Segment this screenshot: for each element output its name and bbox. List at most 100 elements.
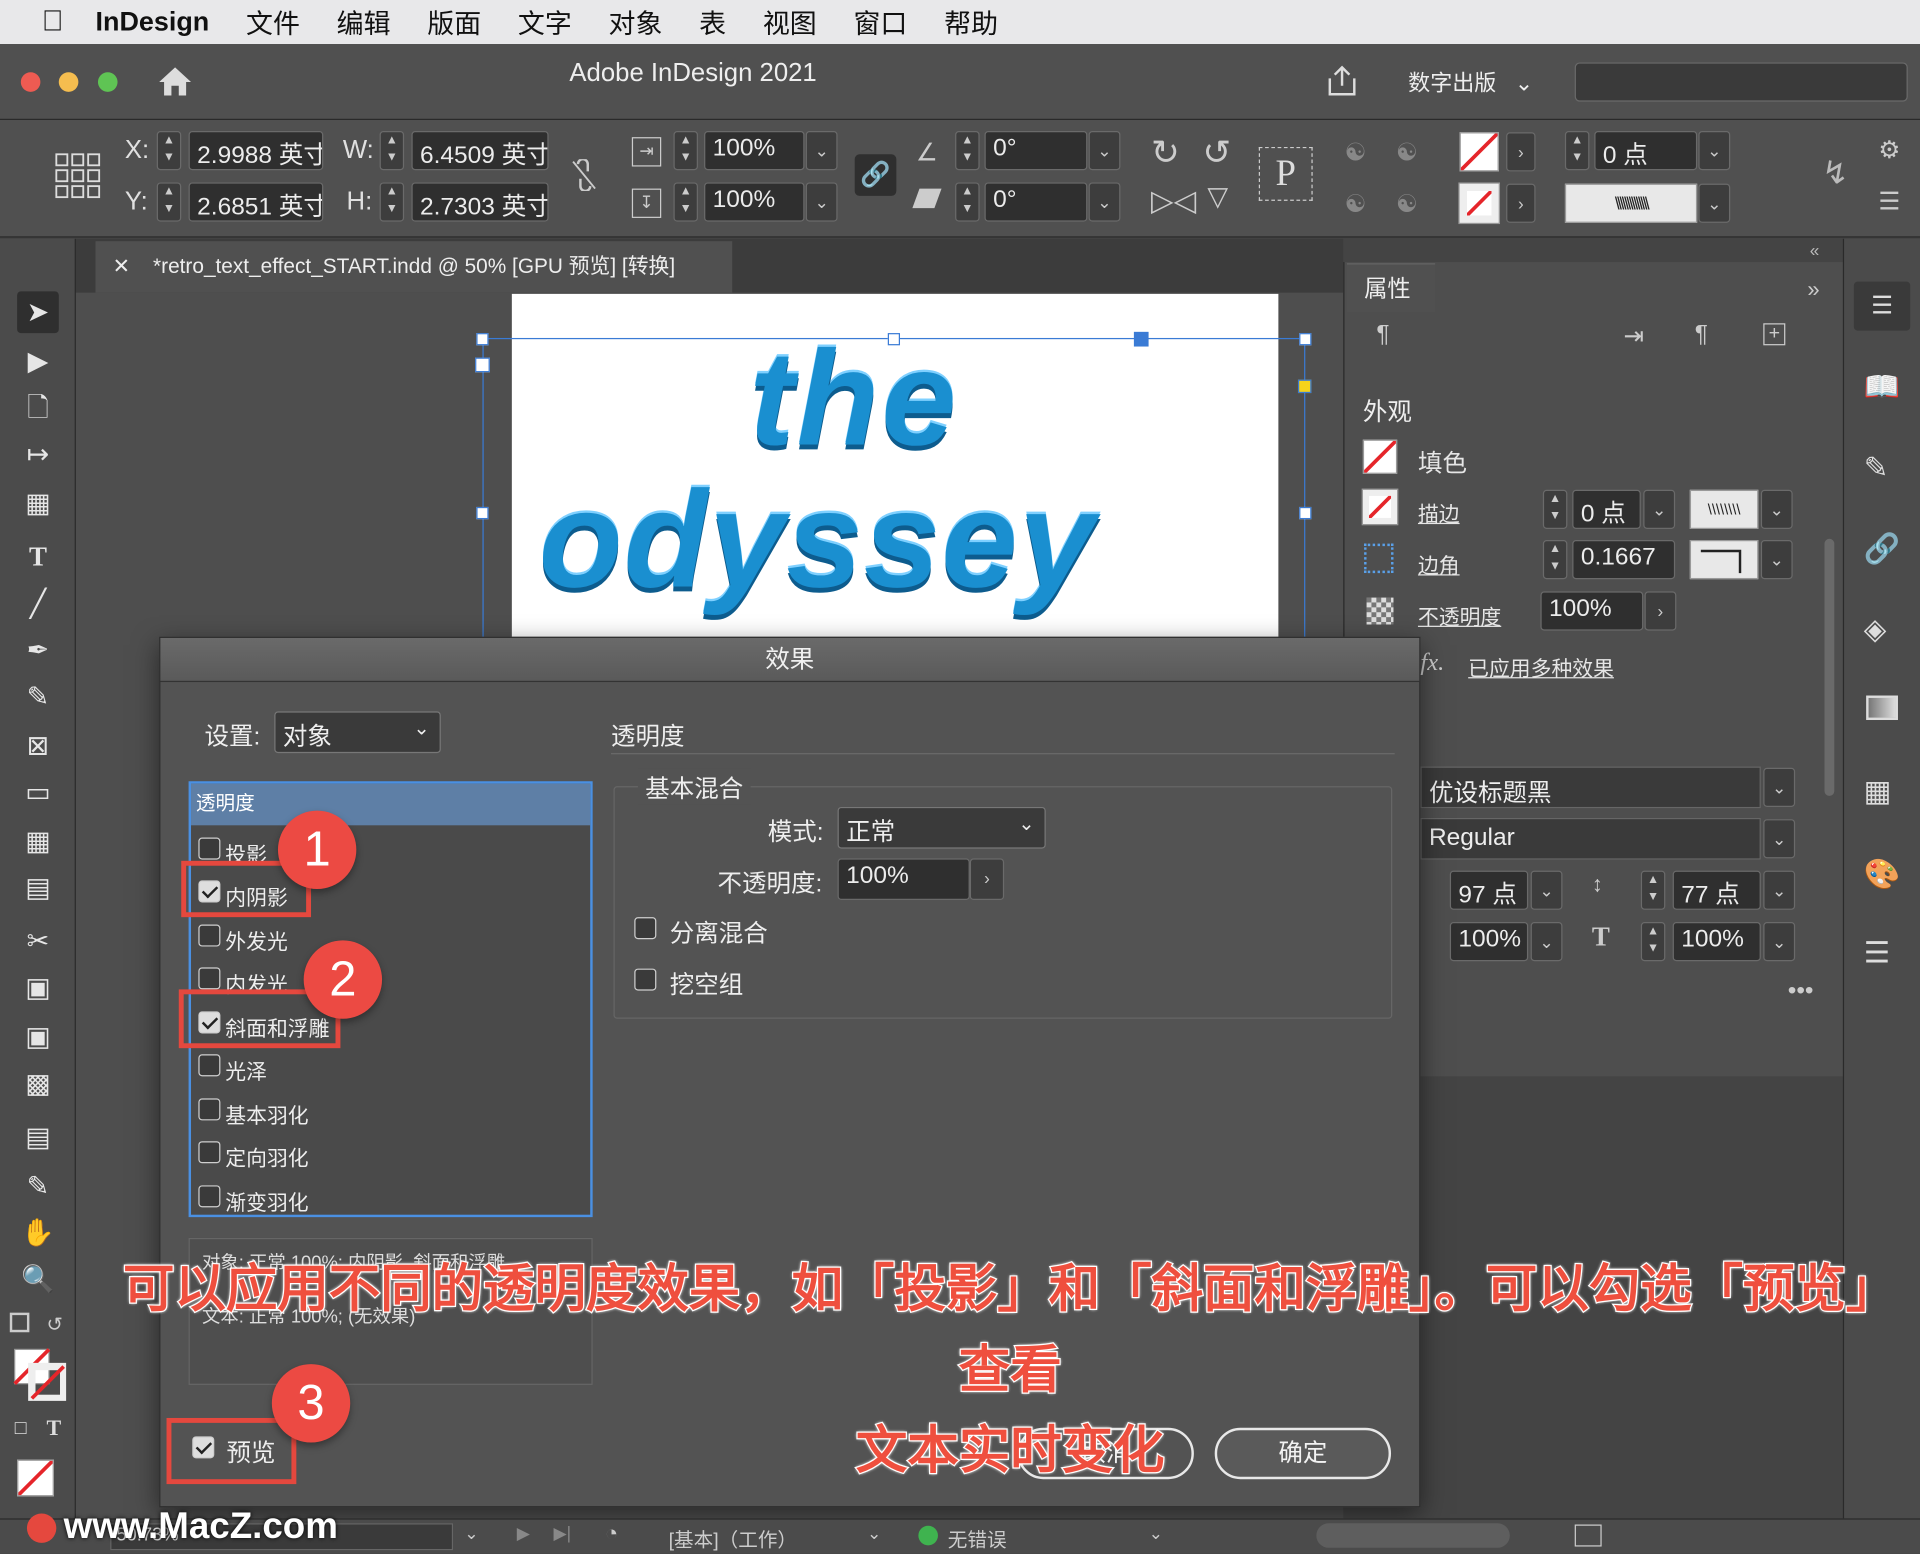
shear-field[interactable]: 0° [984,182,1088,222]
menu-help[interactable]: 帮助 [944,2,998,41]
stroke-swatch[interactable] [1361,488,1399,526]
font-style-field[interactable]: Regular [1420,817,1761,860]
close-tab-icon[interactable]: ✕ [113,255,130,278]
effects-applied-link[interactable]: 已应用多种效果 [1468,651,1614,682]
isolate-blending-checkbox[interactable] [634,917,657,940]
font-size-dropdown[interactable]: ⌄ [1530,870,1563,910]
workspace-switcher[interactable]: 数字出版 ⌄ [1408,66,1533,98]
formatting-container-icon[interactable]: □ [15,1418,27,1440]
rotate-field[interactable]: 0° [984,131,1088,171]
vertical-scale-field[interactable]: 100% [1672,922,1761,962]
panel-stroke-type[interactable]: \\\\\\\\ [1689,489,1759,529]
shear-dropdown[interactable]: ⌄ [1088,182,1121,222]
knockout-group-checkbox[interactable] [634,968,657,991]
grid-tool-icon[interactable]: ▤ [17,867,59,909]
menu-edit[interactable]: 编辑 [337,2,391,41]
paragraph-style-icon[interactable]: ¶ [1695,321,1708,349]
type-tool-icon[interactable]: T [17,536,59,578]
select-next-icon[interactable]: ☯ [1396,189,1418,220]
opacity-arrow[interactable]: › [1644,591,1677,631]
rectangle-tool-icon[interactable]: ▭ [17,771,59,813]
scale-x-stepper[interactable]: ▲ ▼ [673,131,698,171]
menu-dock-icon[interactable]: ☰ [1864,936,1890,972]
w-field[interactable]: 6.4509 英寸 [411,131,549,171]
font-family-dropdown[interactable]: ⌄ [1763,767,1796,807]
zoom-tool-icon[interactable]: 🔍 [17,1259,59,1301]
mode-select[interactable]: 正常 ⌄ [837,806,1046,849]
menu-layout[interactable]: 版面 [427,2,481,41]
satin-checkbox[interactable] [198,1054,221,1077]
inner-glow-checkbox[interactable] [198,967,221,990]
reference-p-icon[interactable]: P [1258,146,1313,201]
line-tool-icon[interactable]: ╱ [17,583,59,625]
stroke-label[interactable]: 描边 [1418,497,1460,528]
stroke-type-swatch[interactable]: \\\\\\\\\\\\\\ [1564,183,1698,223]
stroke-none-swatch[interactable] [1458,182,1501,225]
stroke-dock-icon[interactable] [1866,695,1898,721]
fill-swatch[interactable] [1362,439,1398,474]
color-dock-icon[interactable]: 🎨 [1864,857,1901,893]
page-tool-icon[interactable]: 🗋 [17,387,59,429]
corner-field[interactable]: 0.1667 [1572,540,1676,580]
table-tool-icon[interactable]: ▦ [17,820,59,862]
frame-handle[interactable] [1299,506,1312,520]
panel-menu-icon[interactable]: ☰ [1878,186,1900,217]
menu-table[interactable]: 表 [699,2,726,41]
panel-stroke-field[interactable]: 0 点 [1572,489,1641,529]
menu-file[interactable]: 文件 [246,2,300,41]
menu-view[interactable]: 视图 [763,2,817,41]
corner-shape-dropdown[interactable]: ⌄ [1760,540,1793,580]
scale-y-stepper[interactable]: ▲ ▼ [673,182,698,222]
selection-point[interactable] [1133,331,1149,347]
h-field[interactable]: 2.7303 英寸 [411,182,549,222]
panel-collapse-icon[interactable]: « [1810,240,1820,260]
scale-y-field[interactable]: 100% [704,182,805,222]
directional-feather-checkbox[interactable] [198,1141,221,1164]
x-stepper[interactable]: ▲ ▼ [156,131,182,171]
panel-stroke-type-dropdown[interactable]: ⌄ [1760,489,1793,529]
zoom-window-button[interactable] [97,72,118,92]
select-content-icon[interactable]: ☯ [1345,189,1367,220]
layers-dock-icon[interactable]: ◈ [1864,612,1887,648]
panel-scrollbar[interactable] [1824,538,1835,796]
frame-handle[interactable] [1299,333,1312,346]
formatting-text-icon[interactable]: T [47,1416,62,1442]
corner-label[interactable]: 边角 [1418,549,1460,580]
select-container-icon[interactable]: ☯ [1345,137,1367,168]
basic-feather-checkbox[interactable] [198,1098,221,1121]
last-page-icon[interactable]: ▶| [553,1523,571,1544]
scale-x-field[interactable]: 100% [704,131,805,171]
leading-stepper[interactable]: ▲ ▼ [1640,870,1666,910]
outer-glow-checkbox[interactable] [198,924,221,947]
corner-stepper[interactable]: ▲ ▼ [1542,540,1568,580]
fill-stroke-proxy-icon[interactable] [12,1347,68,1403]
select-previous-icon[interactable]: ☯ [1396,137,1418,168]
pages-dock-icon[interactable]: 📖 [1864,370,1901,406]
vertical-scale-dropdown[interactable]: ⌄ [1763,922,1796,962]
split-view-icon[interactable] [1574,1524,1602,1547]
stroke-weight-field[interactable]: 0 点 [1594,131,1698,171]
rotate-dropdown[interactable]: ⌄ [1088,131,1121,171]
content-collector-icon[interactable]: ▦ [17,482,59,524]
effect-item-transparency[interactable]: 透明度 [191,783,591,826]
zoom-dropdown[interactable]: ⌄ [456,1523,488,1550]
drop-shadow-checkbox[interactable] [198,837,221,860]
constrain-proportions-icon[interactable] [571,158,598,193]
profile-dropdown[interactable]: ⌄ [867,1523,881,1544]
horizontal-scale-field[interactable]: 100% [1449,922,1529,962]
error-status[interactable]: 无错误 [948,1523,1007,1552]
rectangle-frame-tool-icon[interactable]: ⊠ [17,725,59,767]
fill-none-swatch[interactable] [1459,132,1499,172]
more-options-icon[interactable]: ••• [1788,977,1814,1005]
rotate-cw-icon[interactable]: ↻ [1151,132,1180,172]
panel-expand-icon[interactable]: » [1807,277,1819,303]
home-icon[interactable] [157,64,194,98]
gear-icon[interactable]: ⚙ [1878,135,1900,166]
hand-tool-icon[interactable]: ✋ [17,1212,59,1254]
cc-libraries-dock-icon[interactable]: ✎ [1864,451,1889,487]
search-field[interactable] [1574,62,1908,102]
opacity-slider-arrow[interactable]: › [969,858,1005,901]
stroke-weight-dropdown[interactable]: ⌄ [1698,131,1731,171]
corner-shape-swatch[interactable] [1689,540,1759,580]
scale-y-dropdown[interactable]: ⌄ [805,182,838,222]
